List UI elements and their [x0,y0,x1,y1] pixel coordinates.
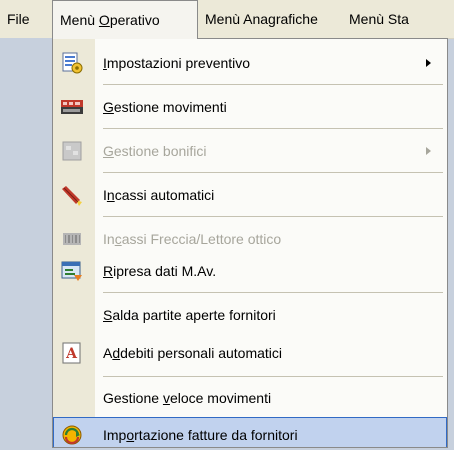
menu-item-gestione-veloce[interactable]: Gestione veloce movimenti [53,380,447,416]
menu-separator [103,376,443,377]
svg-text:A: A [65,346,78,362]
menubar-operativo[interactable]: Menù Operativo [52,0,198,39]
auto-debit-icon: A [60,341,84,365]
menu-item-label: Gestione veloce movimenti [103,390,272,406]
menu-item-label: Salda partite aperte fornitori [103,307,276,323]
submenu-arrow-icon [426,147,431,155]
menu-item-label: Gestione bonifici [103,143,207,159]
menu-item-impostazioni-preventivo[interactable]: Impostazioni preventivo [53,45,447,81]
operativo-dropdown-menu: Impostazioni preventivo Gestione movimen… [52,38,448,448]
data-recovery-icon [60,259,84,283]
submenu-arrow-icon [426,59,431,67]
scanner-icon [60,183,84,207]
menu-item-gestione-bonifici[interactable]: Gestione bonifici [53,133,447,169]
menu-item-label: Gestione movimenti [103,99,227,115]
menu-separator [103,84,443,85]
menu-item-incassi-automatici[interactable]: Incassi automatici [53,177,447,213]
settings-sheet-icon [60,51,84,75]
menu-separator [103,128,443,129]
menubar-file[interactable]: File [0,0,52,38]
menu-item-ripresa-dati[interactable]: Ripresa dati M.Av. [53,253,447,289]
barcode-reader-icon [60,227,84,251]
transfers-icon [60,139,84,163]
menubar-sta[interactable]: Menù Sta [342,0,454,38]
menu-item-salda-partite[interactable]: Salda partite aperte fornitori [53,297,447,333]
menu-separator [103,292,443,293]
menubar-anagrafiche[interactable]: Menù Anagrafiche [198,0,342,38]
menubar-anagrafiche-label: Menù Anagrafiche [205,11,318,27]
menu-item-label: Importazione fatture da fornitori [103,427,298,443]
desktop-background [0,38,52,450]
menu-item-gestione-movimenti[interactable]: Gestione movimenti [53,89,447,125]
movements-icon [60,95,84,119]
menu-item-label: Incassi automatici [103,187,215,203]
menu-item-incassi-freccia[interactable]: Incassi Freccia/Lettore ottico [53,221,447,257]
menu-separator [103,172,443,173]
import-invoices-icon [60,423,84,447]
menu-item-label: Addebiti personali automatici [103,345,283,361]
menu-item-label: Impostazioni preventivo [103,55,251,71]
menu-item-addebiti-personali[interactable]: A Addebiti personali automatici [53,335,447,371]
menu-item-importazione-fatture[interactable]: Importazione fatture da fornitori [53,417,447,447]
menubar-operativo-label: Menù Operativo [60,12,160,28]
menubar-file-label: File [7,11,30,27]
menubar-sta-label: Menù Sta [349,11,409,27]
menu-separator [103,216,443,217]
menu-bar: File Menù Operativo Menù Anagrafiche Men… [0,0,454,39]
menu-item-label: Ripresa dati M.Av. [103,263,217,279]
menu-item-label: Incassi Freccia/Lettore ottico [103,231,282,247]
